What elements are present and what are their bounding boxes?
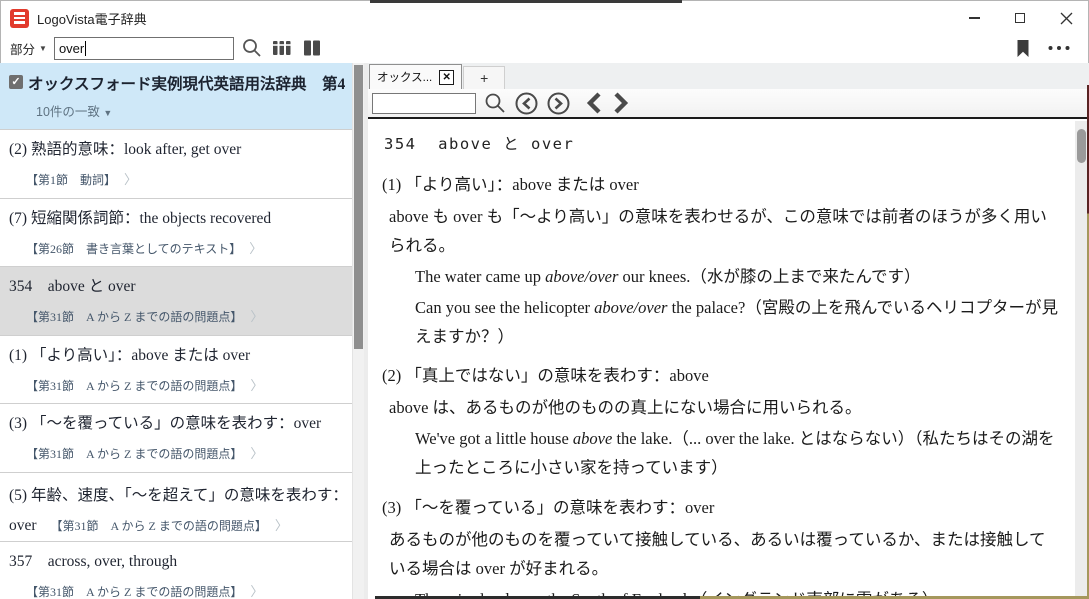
viewer-toolbar — [368, 89, 1089, 119]
result-item[interactable]: (1) 「より高い」：above または over 【第31節 A から Z ま… — [0, 335, 364, 404]
app-logo-icon — [10, 9, 29, 28]
results-header[interactable]: ✓ オックスフォード実例現代英語用法辞典 第4 10件の一致 ▼ — [0, 63, 364, 129]
match-count-label: 10件の一致 — [36, 105, 100, 119]
result-title: (2) 熟語的意味：look after, get over — [9, 138, 354, 162]
more-menu-icon[interactable] — [1047, 45, 1071, 51]
results-scrollbar[interactable] — [352, 63, 364, 599]
result-item[interactable]: (7) 短縮関係詞節：the objects recovered 【第26節 書… — [0, 198, 364, 267]
search-icon[interactable] — [241, 37, 263, 59]
result-title: (7) 短縮関係詞節：the objects recovered — [9, 207, 354, 231]
tab-label: オックス... — [377, 69, 432, 85]
results-panel: ✓ オックスフォード実例現代英語用法辞典 第4 10件の一致 ▼ (2) 熟語的… — [0, 63, 368, 599]
dictionary-title: オックスフォード実例現代英語用法辞典 第4 — [28, 72, 345, 94]
window-controls — [951, 3, 1089, 33]
titlebar: LogoVista電子辞典 — [0, 0, 1089, 33]
chevron-right-icon: 〉 — [250, 309, 263, 324]
history-back-icon[interactable] — [514, 91, 539, 116]
desktop-sliver-top — [370, 0, 682, 3]
result-item[interactable]: 357 across, over, through 【第31節 A から Z ま… — [0, 541, 364, 599]
entry-heading: 354 above と over — [384, 131, 1059, 158]
chevron-right-icon: 〉 — [250, 378, 263, 393]
search-mode-dropdown[interactable]: 部分 ▼ — [10, 39, 47, 58]
entry-para: あるものが他のものを覆っていて接触している、あるいは覆っているか、または接触して… — [389, 526, 1059, 584]
prev-entry-icon[interactable] — [584, 91, 604, 115]
main-area: ✓ オックスフォード実例現代英語用法辞典 第4 10件の一致 ▼ (2) 熟語的… — [0, 63, 1089, 599]
search-input[interactable]: over — [54, 37, 234, 60]
search-value: over — [59, 41, 84, 56]
app-window: LogoVista電子辞典 部分 ▼ over — [0, 0, 1089, 599]
next-entry-icon[interactable] — [611, 91, 631, 115]
entry-subhead: (1) 「より高い」：above または over — [382, 171, 1059, 200]
result-item[interactable]: (3) 「〜を覆っている」の意味を表わす：over 【第31節 A から Z ま… — [0, 403, 364, 472]
window-title: LogoVista電子辞典 — [37, 9, 147, 28]
close-icon — [1060, 12, 1073, 25]
result-title: (3) 「〜を覆っている」の意味を表わす：over — [9, 412, 354, 436]
scrollbar-thumb[interactable] — [354, 65, 363, 349]
scrollbar-thumb[interactable] — [1077, 129, 1086, 163]
content-scrollbar[interactable] — [1075, 121, 1087, 596]
history-forward-icon[interactable] — [546, 91, 571, 116]
viewer-panel: オックス... ✕ + — [368, 63, 1089, 599]
tab-dictionary[interactable]: オックス... ✕ — [369, 64, 462, 89]
result-section: 【第31節 A から Z までの語の問題点】 — [51, 519, 261, 533]
result-item[interactable]: (5) 年齢、速度、「〜を超えて」の意味を表わす：over 【第31節 A から… — [0, 472, 364, 541]
chevron-right-icon: 〉 — [250, 584, 263, 599]
result-title: 354 above と over — [9, 275, 354, 299]
new-tab-button[interactable]: + — [463, 66, 505, 89]
entry-example: Can you see the helicopter above/over th… — [415, 294, 1059, 352]
result-section: 【第26節 書き言葉としてのテキスト】 — [26, 242, 235, 256]
split-view-icon[interactable] — [301, 38, 323, 58]
entry-example: We've got a little house above the lake.… — [415, 425, 1059, 483]
entry-example: The water came up above/over our knees.（… — [415, 263, 1059, 292]
close-tab-icon[interactable]: ✕ — [439, 70, 454, 85]
page-search-input[interactable] — [372, 93, 476, 114]
close-button[interactable] — [1043, 3, 1089, 33]
entry-subhead: (3) 「〜を覆っている」の意味を表わす：over — [382, 494, 1059, 523]
maximize-button[interactable] — [997, 3, 1043, 33]
entry-content: 354 above と over (1) 「より高い」：above または ove… — [368, 119, 1089, 599]
minimize-button[interactable] — [951, 3, 997, 33]
chevron-right-icon: 〉 — [249, 241, 262, 256]
result-section: 【第31節 A から Z までの語の問題点】 — [26, 379, 236, 393]
results-list: (2) 熟語的意味：look after, get over 【第1節 動詞】〉… — [0, 129, 364, 599]
result-section: 【第1節 動詞】 — [26, 173, 110, 187]
toolbar-right — [1015, 39, 1089, 58]
checkbox-checked-icon[interactable]: ✓ — [9, 75, 23, 89]
result-section: 【第31節 A から Z までの語の問題点】 — [26, 447, 236, 461]
page-search-icon[interactable] — [483, 91, 507, 115]
chevron-right-icon: 〉 — [250, 446, 263, 461]
result-title: 357 across, over, through — [9, 550, 354, 574]
bookshelf-icon[interactable] — [270, 38, 294, 58]
tab-bar: オックス... ✕ + — [368, 63, 1089, 89]
bookmark-icon[interactable] — [1015, 39, 1031, 58]
entry-para: above も over も「〜より高い」の意味を表わせるが、この意味では前者の… — [389, 203, 1059, 261]
search-toolbar: 部分 ▼ over — [0, 33, 1089, 63]
match-count-dropdown[interactable]: 10件の一致 ▼ — [36, 101, 350, 120]
chevron-right-icon: 〉 — [275, 518, 288, 533]
result-item[interactable]: 354 above と over 【第31節 A から Z までの語の問題点】〉 — [0, 266, 364, 335]
chevron-right-icon: 〉 — [124, 172, 137, 187]
chevron-down-icon: ▼ — [39, 44, 47, 53]
result-title: (1) 「より高い」：above または over — [9, 344, 354, 368]
entry-subhead: (2) 「真上ではない」の意味を表わす：above — [382, 362, 1059, 391]
chevron-down-icon: ▼ — [103, 108, 112, 118]
search-mode-label: 部分 — [10, 39, 35, 58]
result-item[interactable]: (2) 熟語的意味：look after, get over 【第1節 動詞】〉 — [0, 129, 364, 198]
result-section: 【第31節 A から Z までの語の問題点】 — [26, 585, 236, 599]
result-section: 【第31節 A から Z までの語の問題点】 — [26, 310, 236, 324]
text-caret — [85, 41, 86, 56]
entry-para: above は、あるものが他のものの真上にない場合に用いられる。 — [389, 394, 1059, 423]
